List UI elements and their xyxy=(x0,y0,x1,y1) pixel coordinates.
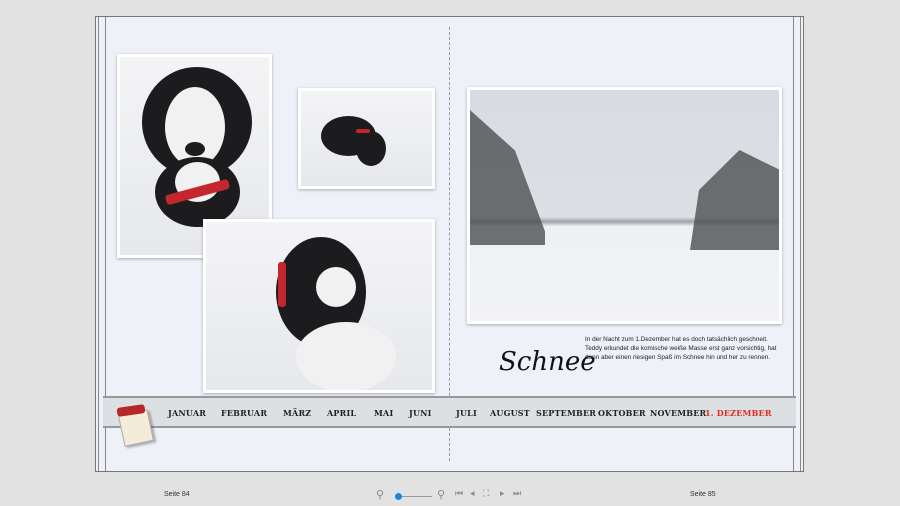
page-title: Schnee xyxy=(499,347,596,377)
month-januar[interactable]: JANUAR xyxy=(168,408,206,418)
photo-puppy-snowball[interactable] xyxy=(203,219,435,393)
month-februar[interactable]: FEBRUAR xyxy=(221,408,267,418)
month-mai[interactable]: MAI xyxy=(374,408,393,418)
month-juni[interactable]: JUNI xyxy=(409,408,432,418)
calendar-icon xyxy=(116,404,157,447)
month-oktober[interactable]: OKTOBER xyxy=(598,408,646,418)
zoom-out-icon[interactable]: ⚲ xyxy=(376,488,384,501)
month-november[interactable]: NOVEMBER xyxy=(650,408,706,418)
right-page-number: Seite 85 xyxy=(690,491,716,498)
photo-caption: In der Nacht zum 1.Dezember hat es doch … xyxy=(585,336,777,361)
photo-snowy-landscape[interactable] xyxy=(467,87,782,324)
zoom-in-icon[interactable]: ⚲ xyxy=(437,488,445,501)
first-page-icon[interactable]: ⏮ xyxy=(455,488,463,499)
fit-page-icon[interactable]: ⛶ xyxy=(483,488,489,499)
month-maerz[interactable]: MÄRZ xyxy=(283,408,311,418)
previous-page-icon[interactable]: ◂ xyxy=(470,488,475,499)
month-dezember[interactable]: 1. DEZEMBER xyxy=(705,408,772,418)
month-september[interactable]: SEPTEMBER xyxy=(536,408,596,418)
month-august[interactable]: AUGUST xyxy=(490,408,530,418)
month-april[interactable]: APRIL xyxy=(327,408,356,418)
photo-puppy-snow-small[interactable] xyxy=(298,88,435,189)
last-page-icon[interactable]: ⏭ xyxy=(513,488,521,499)
next-page-icon[interactable]: ▸ xyxy=(500,488,505,499)
left-page-number: Seite 84 xyxy=(164,491,190,498)
month-juli[interactable]: JULI xyxy=(456,408,477,418)
month-navigation-bar: JANUAR FEBRUAR MÄRZ APRIL MAI JUNI JULI … xyxy=(103,396,796,428)
zoom-slider-handle[interactable] xyxy=(395,493,402,500)
